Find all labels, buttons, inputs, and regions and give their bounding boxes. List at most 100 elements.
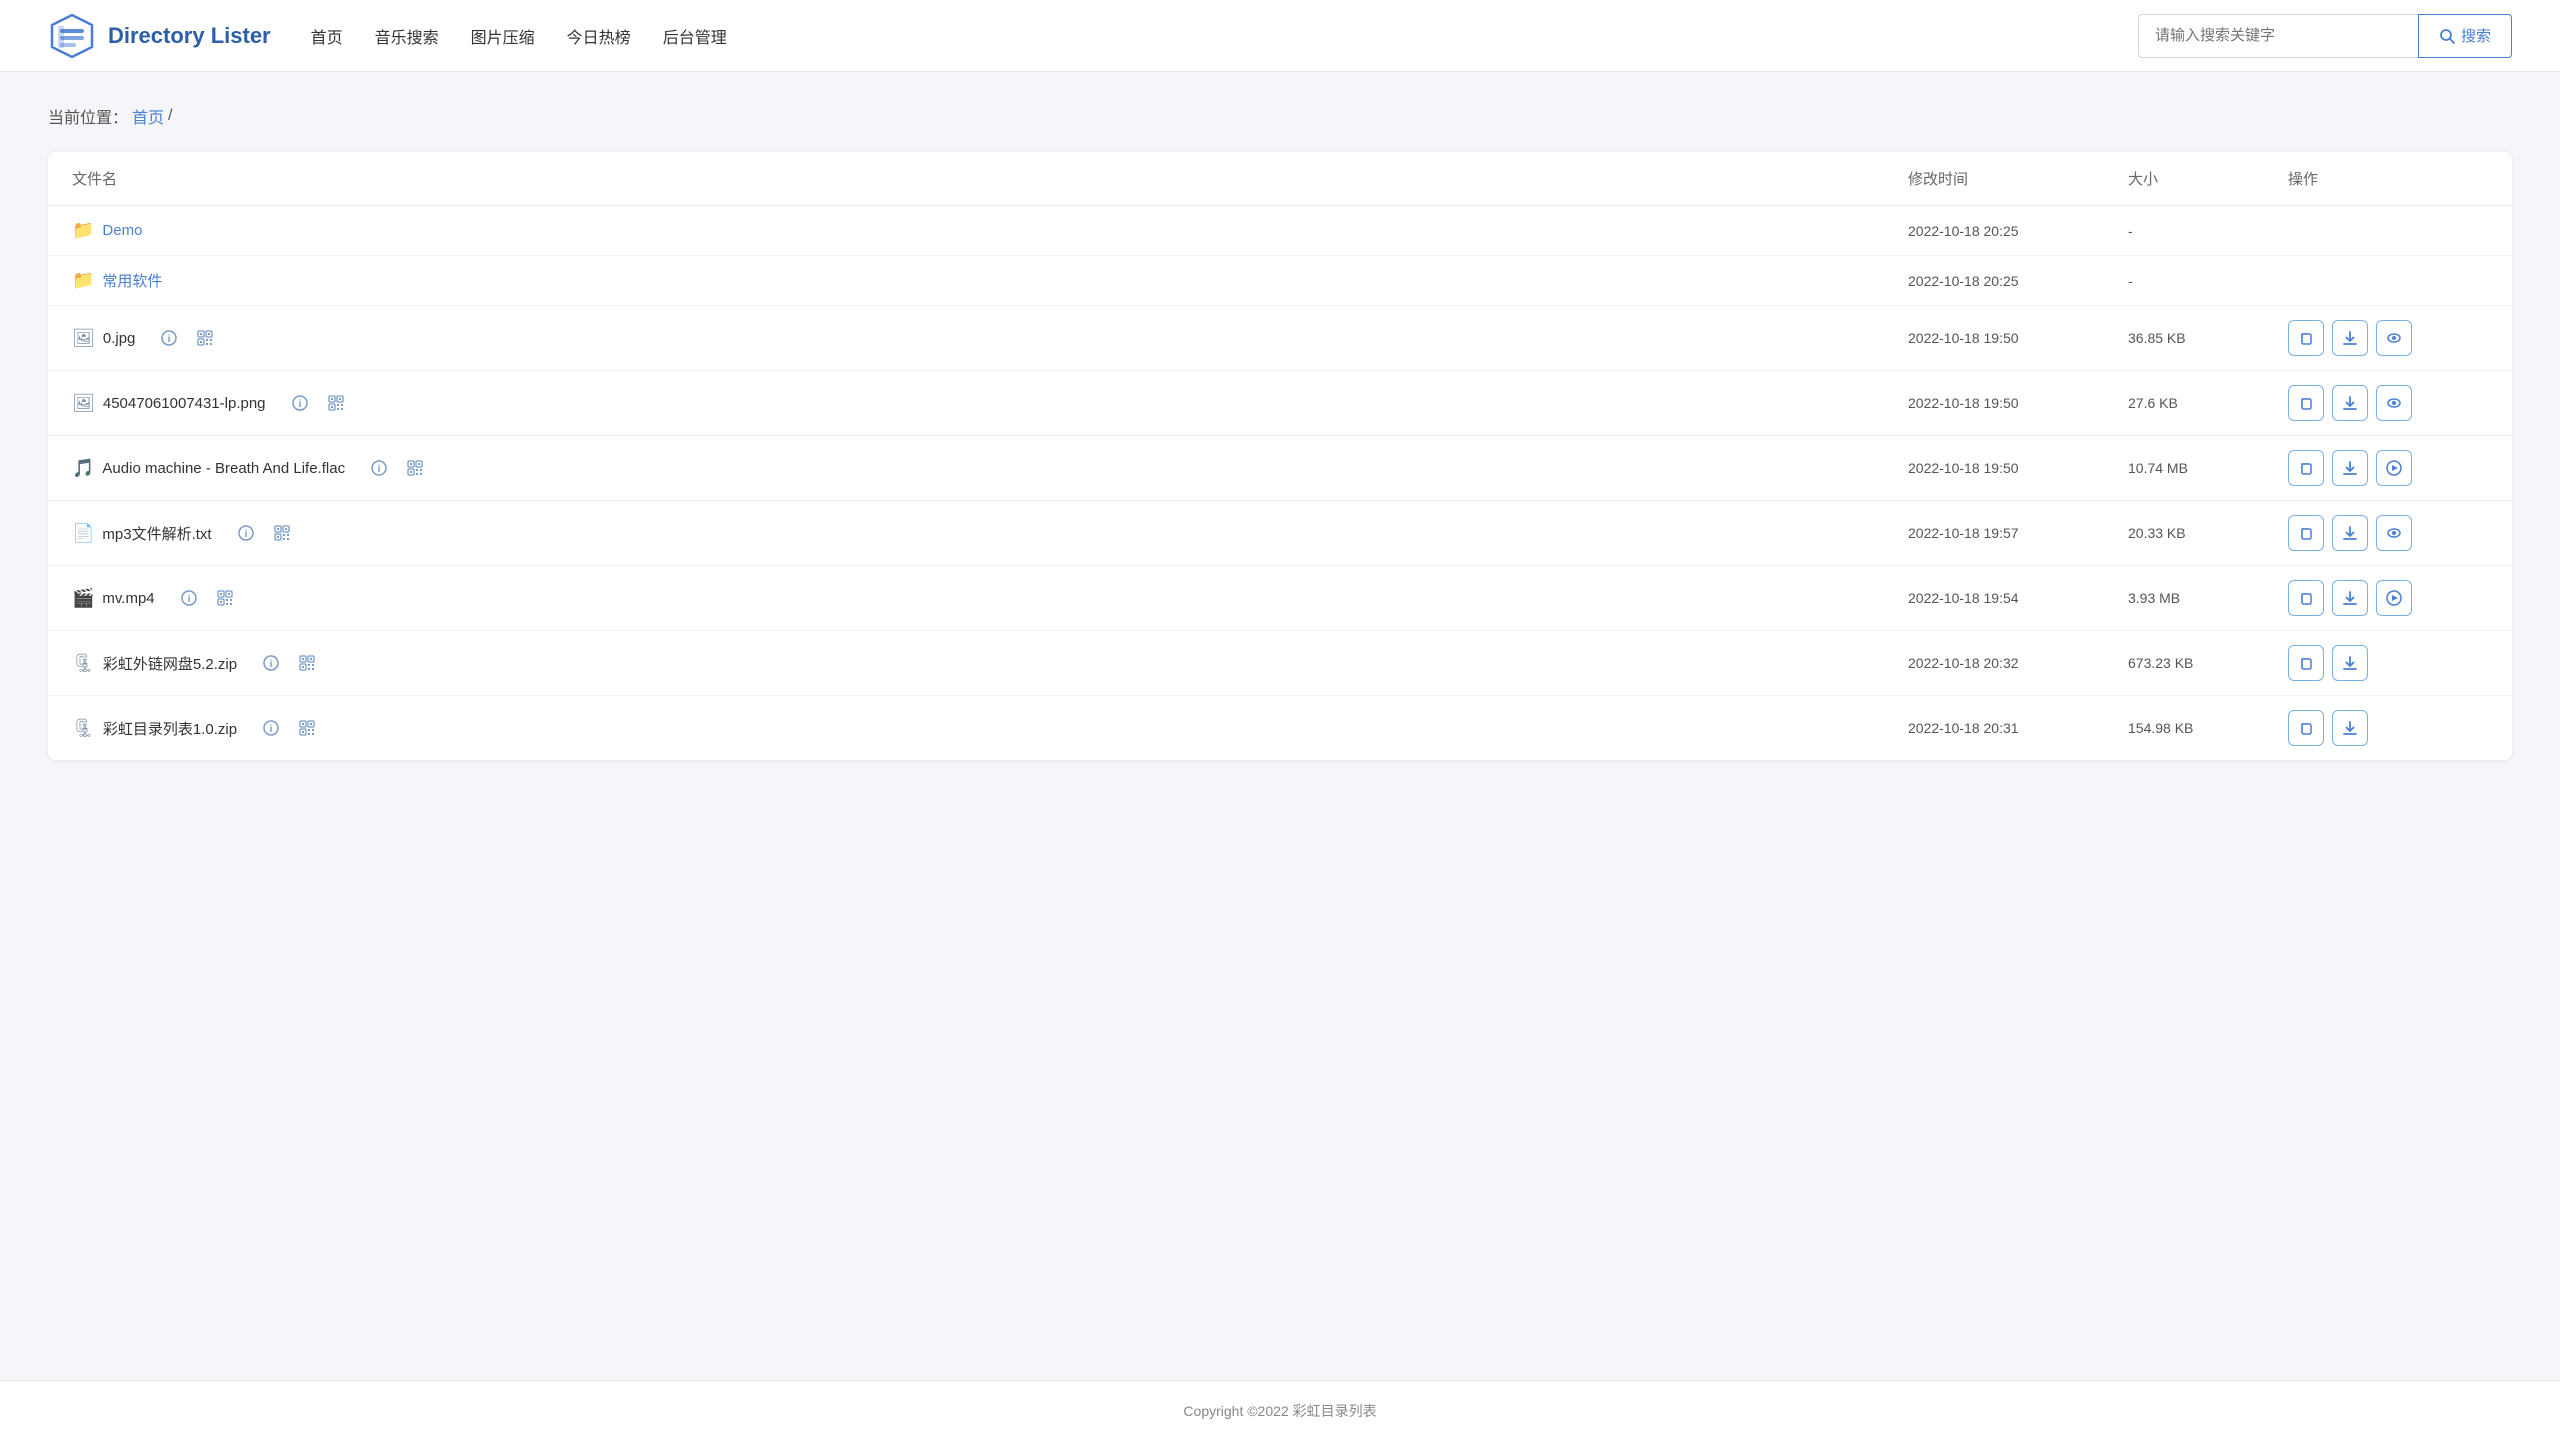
- info-icon: i: [292, 395, 308, 411]
- search-icon: [2439, 28, 2455, 44]
- download-icon: [2342, 460, 2358, 476]
- copy-icon: [2298, 395, 2314, 411]
- copy-icon: [2298, 590, 2314, 606]
- breadcrumb-home[interactable]: 首页: [132, 104, 164, 128]
- file-size: 20.33 KB: [2128, 525, 2288, 541]
- svg-text:i: i: [298, 399, 301, 410]
- file-name[interactable]: 45047061007431-lp.png: [103, 395, 266, 412]
- logo-link[interactable]: Directory Lister: [48, 12, 271, 60]
- file-size: 27.6 KB: [2128, 395, 2288, 411]
- table-row: 🗜 彩虹外链网盘5.2.zip i: [48, 631, 2512, 696]
- modified-time: 2022-10-18 19:50: [1908, 330, 2128, 346]
- download-button[interactable]: [2332, 645, 2368, 681]
- folder-icon: 📁: [72, 270, 94, 291]
- copy-link-button[interactable]: [2288, 710, 2324, 746]
- preview-button[interactable]: [2376, 515, 2412, 551]
- qr-icon: [407, 460, 423, 476]
- breadcrumb-label: 当前位置：: [48, 104, 128, 128]
- file-icon: 🎬: [72, 588, 94, 609]
- preview-button[interactable]: [2376, 385, 2412, 421]
- download-button[interactable]: [2332, 515, 2368, 551]
- copy-link-button[interactable]: [2288, 450, 2324, 486]
- search-area: 搜索: [2138, 14, 2512, 58]
- qr-button[interactable]: [211, 584, 239, 612]
- qr-button[interactable]: [293, 649, 321, 677]
- op-buttons: [2288, 450, 2488, 486]
- file-size: 3.93 MB: [2128, 590, 2288, 606]
- qr-button[interactable]: [293, 714, 321, 742]
- info-button[interactable]: i: [257, 649, 285, 677]
- file-inline-actions: i: [232, 519, 296, 547]
- file-size: -: [2128, 273, 2288, 289]
- qr-button[interactable]: [268, 519, 296, 547]
- info-button[interactable]: i: [286, 389, 314, 417]
- file-name[interactable]: mp3文件解析.txt: [102, 523, 211, 544]
- qr-button[interactable]: [191, 324, 219, 352]
- file-name[interactable]: 0.jpg: [103, 330, 136, 347]
- copy-icon: [2298, 460, 2314, 476]
- svg-text:i: i: [270, 659, 273, 670]
- table-row: 🖼 45047061007431-lp.png i: [48, 371, 2512, 436]
- search-button[interactable]: 搜索: [2418, 14, 2512, 58]
- file-name[interactable]: Audio machine - Breath And Life.flac: [102, 460, 345, 477]
- nav-item-home[interactable]: 首页: [311, 20, 343, 52]
- file-name-cell: 🗜 彩虹目录列表1.0.zip i: [72, 714, 1908, 742]
- file-name[interactable]: Demo: [102, 222, 142, 239]
- info-button[interactable]: i: [155, 324, 183, 352]
- table-row: 🗜 彩虹目录列表1.0.zip i: [48, 696, 2512, 760]
- file-name-cell: 📁 Demo: [72, 220, 1908, 241]
- col-ops: 操作: [2288, 168, 2488, 189]
- op-buttons: [2288, 645, 2488, 681]
- breadcrumb-separator: /: [168, 107, 172, 125]
- download-button[interactable]: [2332, 320, 2368, 356]
- file-name[interactable]: 常用软件: [102, 270, 162, 291]
- qr-button[interactable]: [322, 389, 350, 417]
- file-size: 36.85 KB: [2128, 330, 2288, 346]
- nav-item-music[interactable]: 音乐搜索: [375, 20, 439, 52]
- search-input[interactable]: [2138, 14, 2418, 58]
- copy-link-button[interactable]: [2288, 645, 2324, 681]
- download-icon: [2342, 720, 2358, 736]
- play-button[interactable]: [2376, 450, 2412, 486]
- modified-time: 2022-10-18 20:25: [1908, 223, 2128, 239]
- play-button[interactable]: [2376, 580, 2412, 616]
- qr-button[interactable]: [401, 454, 429, 482]
- file-name-cell: 📁 常用软件: [72, 270, 1908, 291]
- eye-icon: [2386, 330, 2402, 346]
- copy-link-button[interactable]: [2288, 580, 2324, 616]
- play-icon: [2386, 590, 2402, 606]
- col-modified: 修改时间: [1908, 168, 2128, 189]
- info-icon: i: [238, 525, 254, 541]
- file-name[interactable]: mv.mp4: [102, 590, 154, 607]
- logo-icon: [48, 12, 96, 60]
- download-button[interactable]: [2332, 450, 2368, 486]
- download-button[interactable]: [2332, 385, 2368, 421]
- preview-button[interactable]: [2376, 320, 2412, 356]
- download-icon: [2342, 590, 2358, 606]
- footer: Copyright ©2022 彩虹目录列表: [0, 1380, 2560, 1441]
- file-name[interactable]: 彩虹外链网盘5.2.zip: [103, 653, 237, 674]
- copy-link-button[interactable]: [2288, 515, 2324, 551]
- copy-link-button[interactable]: [2288, 385, 2324, 421]
- table-row: 🎬 mv.mp4 i: [48, 566, 2512, 631]
- download-icon: [2342, 330, 2358, 346]
- info-button[interactable]: i: [257, 714, 285, 742]
- info-button[interactable]: i: [232, 519, 260, 547]
- qr-icon: [328, 395, 344, 411]
- file-size: 154.98 KB: [2128, 720, 2288, 736]
- nav-item-admin[interactable]: 后台管理: [663, 20, 727, 52]
- file-inline-actions: i: [286, 389, 350, 417]
- file-table: 文件名 修改时间 大小 操作 📁 Demo 2022-10-18 20:25 -…: [48, 152, 2512, 760]
- copy-link-button[interactable]: [2288, 320, 2324, 356]
- download-button[interactable]: [2332, 710, 2368, 746]
- download-button[interactable]: [2332, 580, 2368, 616]
- info-button[interactable]: i: [365, 454, 393, 482]
- nav-item-image[interactable]: 图片压缩: [471, 20, 535, 52]
- nav-item-hot[interactable]: 今日热榜: [567, 20, 631, 52]
- file-name[interactable]: 彩虹目录列表1.0.zip: [103, 718, 237, 739]
- copy-icon: [2298, 720, 2314, 736]
- file-name-cell: 🖼 45047061007431-lp.png i: [72, 389, 1908, 417]
- file-icon: 🗜: [72, 653, 95, 674]
- op-buttons: [2288, 515, 2488, 551]
- info-button[interactable]: i: [175, 584, 203, 612]
